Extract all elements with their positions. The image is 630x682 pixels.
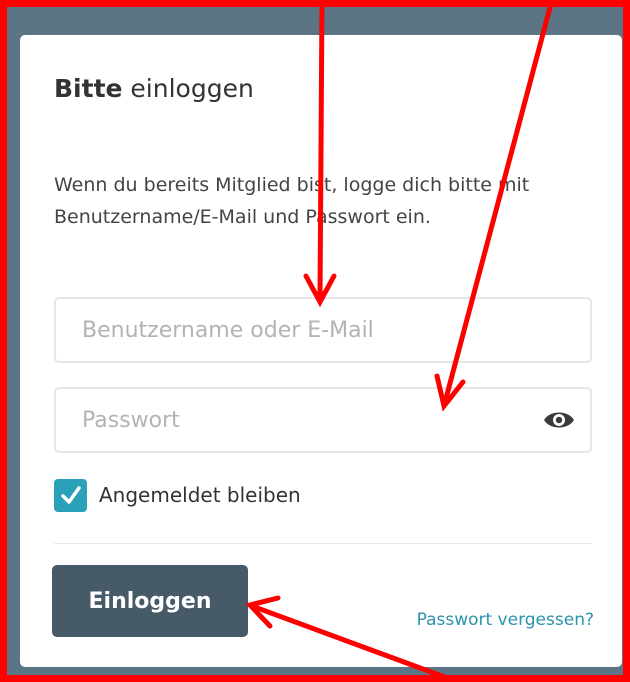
username-field xyxy=(54,297,592,363)
password-input[interactable] xyxy=(56,389,590,451)
remember-me-row: Angemeldet bleiben xyxy=(54,477,301,513)
checkmark-icon xyxy=(60,486,81,504)
password-field xyxy=(54,387,592,453)
divider xyxy=(54,543,592,544)
login-button[interactable]: Einloggen xyxy=(52,565,248,637)
login-card: Bitte einloggen Wenn du bereits Mitglied… xyxy=(20,35,622,667)
forgot-password-link[interactable]: Passwort vergessen? xyxy=(417,610,594,630)
login-title-rest: einloggen xyxy=(122,74,254,103)
remember-me-checkbox[interactable] xyxy=(54,478,87,512)
login-description: Wenn du bereits Mitglied bist, logge dic… xyxy=(54,174,530,228)
login-title-bold: Bitte xyxy=(54,74,123,103)
login-title: Bitte einloggen xyxy=(54,69,254,109)
eye-icon[interactable] xyxy=(542,406,576,434)
username-input[interactable] xyxy=(56,299,590,361)
remember-me-label[interactable]: Angemeldet bleiben xyxy=(99,483,301,507)
